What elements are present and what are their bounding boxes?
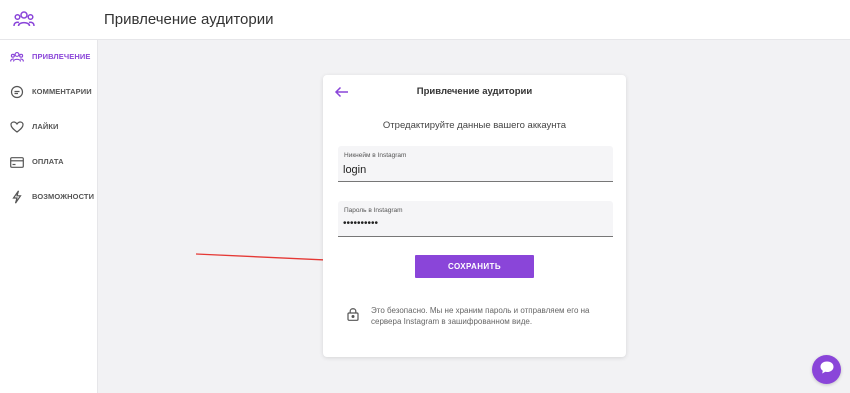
chat-support-button[interactable]: [812, 355, 841, 384]
lock-icon: [347, 307, 359, 321]
password-field[interactable]: Пароль в Instagram ••••••••••: [338, 201, 613, 237]
sidebar-item-label: ЛАЙКИ: [32, 122, 59, 131]
save-button[interactable]: СОХРАНИТЬ: [415, 255, 534, 278]
credit-card-icon: [10, 155, 24, 169]
people-group-icon[interactable]: [13, 10, 35, 28]
chat-bubble-icon: [10, 85, 24, 99]
card-subtitle: Отредактируйте данные вашего аккаунта: [382, 120, 567, 131]
sidebar-item-payment[interactable]: ОПЛАТА: [0, 152, 98, 174]
sidebar-item-attraction[interactable]: ПРИВЛЕЧЕНИЕ: [0, 47, 98, 69]
sidebar-item-likes[interactable]: ЛАЙКИ: [0, 117, 98, 139]
username-field[interactable]: Никнейм в Instagram: [338, 146, 613, 182]
sidebar-item-label: ОПЛАТА: [32, 157, 64, 166]
account-card: Привлечение аудитории Отредактируйте дан…: [323, 75, 626, 357]
chat-bubble-icon: [819, 360, 835, 380]
username-field-label: Никнейм в Instagram: [344, 152, 407, 159]
sidebar-item-features[interactable]: ВОЗМОЖНОСТИ: [0, 187, 98, 209]
username-input[interactable]: [343, 164, 605, 176]
people-group-icon: [10, 50, 24, 64]
sidebar-item-comments[interactable]: КОММЕНТАРИИ: [0, 82, 98, 104]
page-title: Привлечение аудитории: [104, 11, 274, 28]
top-bar: Привлечение аудитории: [0, 0, 850, 40]
card-title: Привлечение аудитории: [416, 86, 533, 97]
heart-icon: [10, 120, 24, 134]
lightning-icon: [10, 190, 24, 204]
password-input[interactable]: ••••••••••: [343, 218, 605, 229]
sidebar: ПРИВЛЕЧЕНИЕ КОММЕНТАРИИ ЛАЙКИ ОПЛАТА ВОЗ…: [0, 40, 98, 393]
sidebar-item-label: КОММЕНТАРИИ: [32, 87, 92, 96]
sidebar-item-label: ВОЗМОЖНОСТИ: [32, 192, 95, 201]
security-note-text: Это безопасно. Мы не храним пароль и отп…: [371, 306, 590, 326]
password-field-label: Пароль в Instagram: [344, 207, 403, 214]
sidebar-item-label: ПРИВЛЕЧЕНИЕ: [32, 52, 91, 61]
